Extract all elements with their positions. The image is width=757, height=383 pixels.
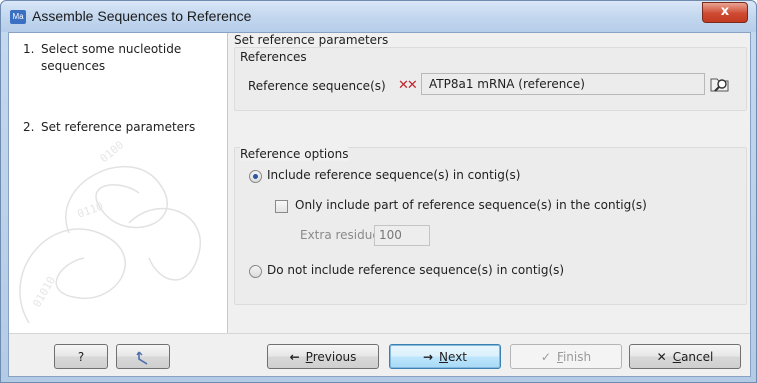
button-bar-divider [9, 333, 750, 334]
reference-sequence-field[interactable]: ATP8a1 mRNA (reference) [421, 73, 705, 95]
only-part-option[interactable]: Only include part of reference sequence(… [275, 198, 715, 214]
wizard-steps-panel: 1. Select some nucleotide sequences 2. S… [9, 33, 228, 333]
extra-residues-row: Extra residues 100 [300, 225, 440, 246]
close-button[interactable]: x [702, 2, 748, 23]
cancel-label: ancel [681, 350, 714, 364]
dialog-body: 1. Select some nucleotide sequences 2. S… [8, 32, 751, 377]
reset-arrow-icon [136, 351, 148, 365]
step-label: Select some nucleotide sequences [41, 42, 182, 73]
include-reference-label: Include reference sequence(s) in contig(… [267, 168, 521, 182]
dialog-window: Ma Assemble Sequences to Reference x 1. … [0, 0, 757, 383]
finish-label: inish [562, 350, 592, 364]
reference-options-group: Reference options Include reference sequ… [234, 147, 747, 305]
reset-button[interactable] [116, 344, 170, 369]
previous-label: revious [312, 350, 357, 364]
arrow-left-icon: ← [289, 350, 300, 364]
svg-text:0100: 0100 [98, 138, 127, 165]
svg-text:01010: 01010 [30, 274, 58, 309]
pane-heading: Set reference parameters [234, 33, 389, 47]
decorative-watermark-icon: 0100 01010 0110 [19, 138, 202, 324]
help-button[interactable]: ? [54, 344, 108, 369]
checkmark-icon: ✓ [540, 350, 551, 364]
include-reference-option[interactable]: Include reference sequence(s) in contig(… [249, 168, 649, 184]
next-label: ext [448, 350, 468, 364]
previous-button[interactable]: ← Previous [267, 344, 379, 369]
cancel-x-icon: ✕ [656, 350, 667, 364]
previous-accel: P [305, 350, 313, 364]
svg-text:0110: 0110 [76, 200, 105, 221]
next-button[interactable]: → Next [389, 344, 501, 369]
only-part-label: Only include part of reference sequence(… [295, 198, 647, 212]
exclude-reference-radio[interactable] [249, 265, 262, 278]
references-group: References Reference sequence(s) ✕✕ ATP8… [234, 47, 747, 111]
sequence-list-icon: ✕✕ [398, 78, 418, 93]
step-number: 1. [23, 42, 35, 56]
reference-sequence-label: Reference sequence(s) [248, 79, 386, 93]
cancel-button[interactable]: ✕ Cancel [629, 344, 741, 369]
references-group-title: References [240, 50, 307, 64]
next-accel: N [439, 350, 449, 364]
cancel-accel: C [672, 350, 682, 364]
extra-residues-input[interactable]: 100 [374, 225, 430, 246]
help-label: ? [77, 350, 85, 364]
arrow-right-icon: → [422, 350, 434, 364]
exclude-reference-label: Do not include reference sequence(s) in … [267, 263, 565, 277]
settings-pane: Set reference parameters References Refe… [234, 33, 748, 333]
extra-residues-value: 100 [379, 228, 402, 242]
folder-magnifier-icon[interactable] [709, 74, 731, 94]
only-part-checkbox[interactable] [275, 200, 288, 213]
finish-button[interactable]: ✓ Finish [510, 344, 622, 369]
reference-sequence-value: ATP8a1 mRNA (reference) [429, 77, 585, 91]
exclude-reference-option[interactable]: Do not include reference sequence(s) in … [249, 263, 649, 279]
app-icon: Ma [10, 10, 26, 24]
dialog-title: Assemble Sequences to Reference [32, 8, 252, 24]
title-bar[interactable]: Ma Assemble Sequences to Reference x [1, 1, 756, 32]
include-reference-radio[interactable] [249, 170, 262, 183]
reference-options-title: Reference options [240, 147, 349, 161]
